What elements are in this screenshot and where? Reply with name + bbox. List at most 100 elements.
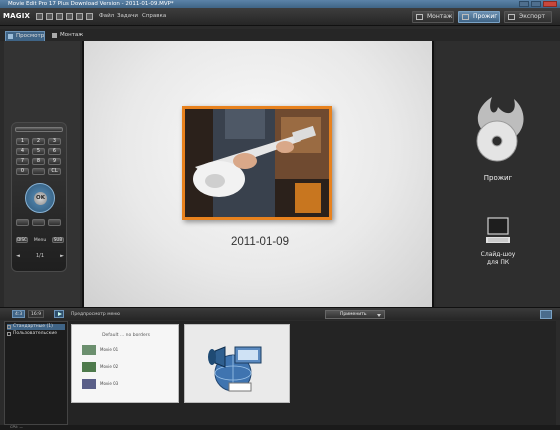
burn-label[interactable]: Прожиг	[436, 174, 560, 182]
template-thumbnail-default[interactable]: Default ... no borders Movie 01 Movie 02…	[71, 324, 179, 403]
menu-bar: MAGIX Файл Задачи Справка Монтаж Прожиг …	[0, 8, 560, 26]
minimize-button[interactable]	[519, 1, 529, 7]
template-movie-label: Movie 01	[100, 347, 119, 352]
key-7[interactable]: 7	[16, 158, 29, 165]
help-icon[interactable]	[86, 13, 93, 20]
close-button[interactable]	[543, 1, 557, 7]
burn-disc-icon[interactable]	[466, 95, 528, 165]
disc-icon	[462, 14, 469, 20]
mode-burn-label: Прожиг	[473, 13, 498, 20]
key-1[interactable]: 1	[16, 138, 29, 145]
next-page-icon[interactable]: ►	[60, 253, 64, 259]
play-preview-button[interactable]	[54, 310, 64, 318]
key-blank[interactable]	[32, 168, 45, 175]
apply-label: Применить	[340, 312, 367, 317]
slideshow-label[interactable]: Слайд-шоу для ПК	[436, 251, 560, 267]
template-movie-label: Movie 02	[100, 364, 119, 369]
template-movie-item: Movie 03	[82, 379, 118, 389]
template-thumbnail-media[interactable]	[184, 324, 290, 403]
sub-button[interactable]: SUB	[51, 237, 64, 243]
menu-title-text[interactable]: 2011-01-09	[84, 236, 436, 248]
preview-thumbnail[interactable]	[182, 106, 332, 220]
mode-burn-button[interactable]: Прожиг	[458, 11, 500, 23]
mode-edit-label: Монтаж	[427, 13, 453, 20]
redo-icon[interactable]	[76, 13, 83, 20]
tab-edit[interactable]: Монтаж	[50, 31, 92, 41]
expand-icon	[7, 332, 11, 336]
save-icon[interactable]	[56, 13, 63, 20]
tab-bar: Просмотр Монтаж	[0, 29, 560, 41]
next-button[interactable]	[48, 219, 61, 226]
page-navigation: ◄ 1/1 ►	[16, 253, 64, 259]
key-5[interactable]: 5	[32, 148, 45, 155]
number-keypad: 1 2 3 4 5 6 7 8 9 0 CL	[16, 138, 61, 175]
slideshow-label-line1: Слайд-шоу	[480, 251, 516, 258]
ok-button[interactable]: OK	[34, 192, 47, 205]
menu-tasks[interactable]: Задачи	[117, 13, 138, 19]
tab-edit-label: Монтаж	[60, 32, 84, 38]
key-6[interactable]: 6	[48, 148, 61, 155]
mode-edit-button[interactable]: Монтаж	[412, 11, 454, 23]
disc-button[interactable]: DISC	[16, 237, 28, 243]
mode-export-label: Экспорт	[519, 13, 546, 20]
key-3[interactable]: 3	[48, 138, 61, 145]
tree-item-custom[interactable]: Пользовательские	[7, 331, 65, 337]
template-gallery: Default ... no borders Movie 01 Movie 02…	[68, 321, 556, 425]
key-0[interactable]: 0	[16, 168, 29, 175]
remote-control: 1 2 3 4 5 6 7 8 9 0 CL OK DISC Menu SUB …	[11, 122, 67, 272]
menu-help[interactable]: Справка	[142, 13, 166, 19]
page-indicator: 1/1	[35, 253, 45, 259]
export-icon	[508, 14, 515, 20]
mode-export-button[interactable]: Экспорт	[504, 11, 552, 23]
key-8[interactable]: 8	[32, 158, 45, 165]
template-movie-label: Movie 03	[100, 381, 119, 386]
aspect-4-3-button[interactable]: 4:3	[12, 310, 26, 318]
maximize-button[interactable]	[531, 1, 541, 7]
media-globe-icon	[208, 346, 262, 392]
aspect-16-9-button[interactable]: 16:9	[28, 310, 45, 318]
remote-display	[15, 127, 63, 132]
eye-icon	[8, 34, 13, 39]
template-movie-item: Movie 02	[82, 362, 118, 372]
new-project-icon[interactable]	[36, 13, 43, 20]
tree-item-label: Стандартные (1)	[13, 324, 53, 329]
transport-keys	[16, 219, 61, 226]
key-4[interactable]: 4	[16, 148, 29, 155]
menu-preview[interactable]: 2011-01-09	[82, 41, 434, 307]
movie-thumb-icon	[82, 362, 96, 372]
tree-item-label: Пользовательские	[13, 331, 58, 336]
direction-pad[interactable]: OK	[25, 183, 55, 213]
wrench-icon	[52, 33, 57, 38]
undo-icon[interactable]	[66, 13, 73, 20]
key-9[interactable]: 9	[48, 158, 61, 165]
key-2[interactable]: 2	[32, 138, 45, 145]
tree-item-standard[interactable]: Стандартные (1)	[7, 324, 65, 330]
tab-preview-label: Просмотр	[16, 33, 45, 39]
stop-button[interactable]	[16, 219, 29, 226]
settings-icon[interactable]	[540, 310, 552, 319]
slideshow-label-line2: для ПК	[486, 259, 510, 266]
movie-thumb-icon	[82, 379, 96, 389]
guitarist-image	[185, 109, 329, 217]
menu-file[interactable]: Файл	[99, 13, 114, 19]
status-bar: CPU: —	[0, 425, 560, 430]
open-icon[interactable]	[46, 13, 53, 20]
expand-icon	[7, 325, 11, 329]
output-panel: Прожиг Слайд-шоу для ПК	[436, 41, 560, 307]
template-title: Default ... no borders	[102, 333, 150, 338]
apply-dropdown[interactable]: Применить	[325, 310, 385, 319]
key-clear[interactable]: CL	[48, 168, 61, 175]
chevron-down-icon	[377, 314, 381, 317]
tab-preview[interactable]: Просмотр	[5, 31, 45, 41]
window-titlebar: Movie Edit Pro 17 Plus Download Version …	[0, 0, 560, 8]
template-movie-item: Movie 01	[82, 345, 118, 355]
magix-logo: MAGIX	[3, 12, 31, 20]
play-button[interactable]	[32, 219, 45, 226]
film-icon	[416, 14, 423, 20]
prev-page-icon[interactable]: ◄	[16, 253, 20, 259]
menu-keys: DISC Menu SUB	[16, 237, 64, 243]
computer-icon[interactable]	[486, 217, 510, 245]
window-title: Movie Edit Pro 17 Plus Download Version …	[8, 1, 174, 7]
template-tree: Стандартные (1) Пользовательские	[4, 321, 68, 425]
menu-button[interactable]: Menu	[34, 238, 46, 243]
